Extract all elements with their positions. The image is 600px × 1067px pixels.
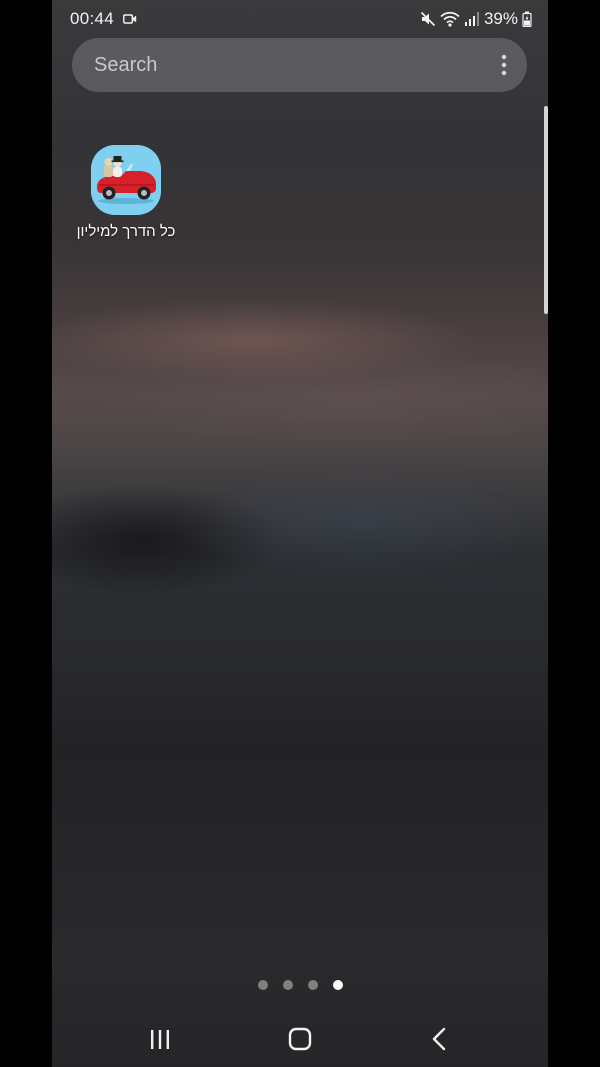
signal-icon [464,12,479,26]
red-convertible-car-icon[interactable] [91,145,161,215]
app-label: כל הדרך למיליון [76,223,176,240]
app-shortcut[interactable]: כל הדרך למיליון [72,145,180,240]
home-screen: 00:44 39% Search כל הדרך למיליון [52,0,548,1067]
page-dot[interactable] [257,980,268,990]
more-vertical-icon[interactable] [501,54,507,76]
page-indicator [52,980,548,992]
back-icon[interactable] [425,1024,455,1054]
wifi-icon [440,11,460,27]
mute-icon [420,11,436,27]
status-bar: 00:44 39% [52,0,548,38]
page-dot[interactable] [307,980,318,990]
recent-apps-icon[interactable] [145,1024,175,1054]
battery-icon [522,11,532,27]
status-icons: 39% [420,9,532,29]
search-bar[interactable]: Search [72,38,527,92]
status-time: 00:44 [70,9,115,28]
video-record-icon [123,14,137,24]
page-dot-active[interactable] [332,980,343,990]
page-dot[interactable] [282,980,293,990]
scroll-indicator[interactable] [544,106,548,314]
battery-percent: 39% [483,9,518,28]
home-icon[interactable] [285,1024,315,1054]
navigation-bar [52,1010,548,1067]
search-placeholder: Search [94,54,158,76]
